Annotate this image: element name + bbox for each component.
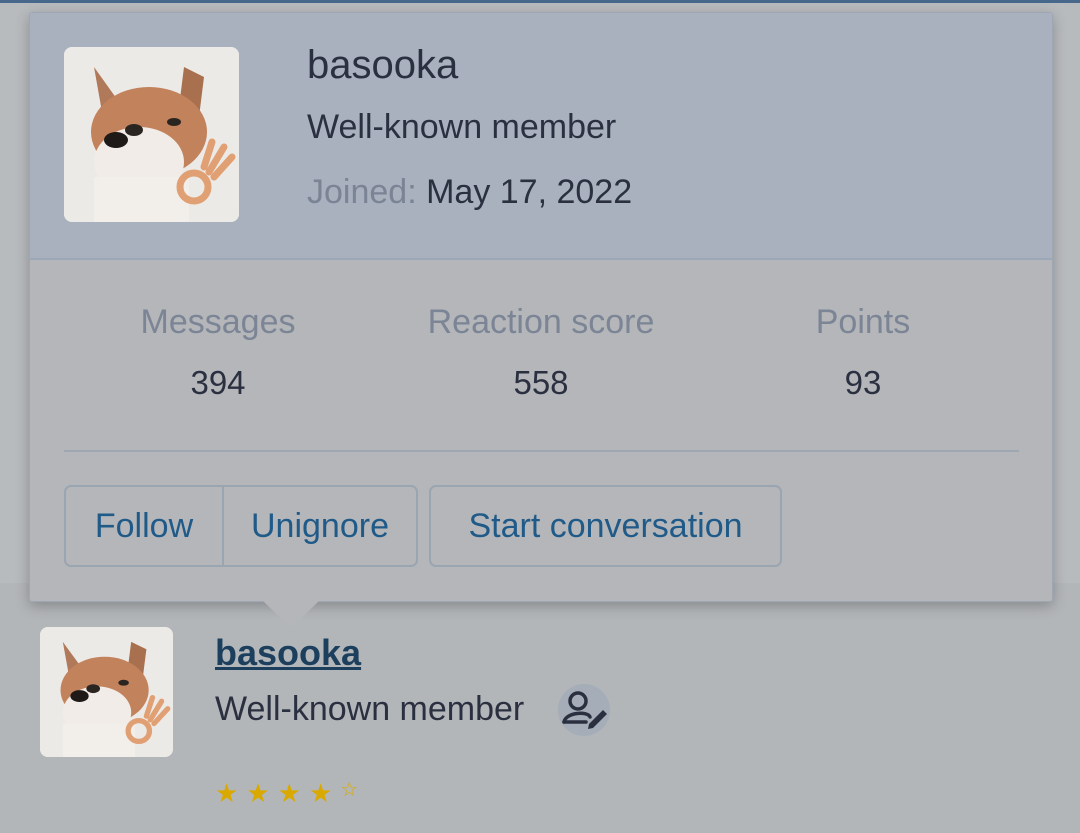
start-conversation-button[interactable]: Start conversation — [429, 485, 782, 567]
popup-user-title: Well-known member — [307, 108, 617, 146]
rating-stars: ★ ★ ★ ★ ☆ — [215, 780, 358, 806]
stat-points: Points 93 — [713, 303, 1013, 402]
star-icon: ★ — [308, 778, 333, 808]
author-username-link[interactable]: basooka — [215, 632, 361, 674]
joined-info: Joined: May 17, 2022 — [307, 173, 632, 212]
avatar[interactable] — [64, 47, 239, 222]
stat-value: 93 — [844, 364, 882, 401]
joined-date: May 17, 2022 — [426, 173, 633, 211]
stat-value: 558 — [513, 364, 569, 401]
shiba-dog-avatar-icon — [40, 627, 173, 757]
stat-label: Messages — [140, 303, 296, 341]
follow-ignore-button-group: Follow Unignore — [64, 485, 418, 567]
joined-label: Joined: — [307, 173, 417, 211]
half-star-icon: ☆ — [340, 779, 359, 801]
user-edit-icon-glyph — [562, 691, 607, 729]
author-avatar[interactable] — [40, 627, 173, 757]
popup-username: basooka — [307, 43, 459, 87]
star-icon: ★ — [246, 778, 270, 808]
stat-value: 394 — [190, 364, 246, 401]
divider — [64, 450, 1019, 452]
author-user-title: Well-known member — [215, 690, 525, 728]
user-edit-icon[interactable] — [558, 684, 610, 736]
member-card-header: basooka Well-known member Joined: May 17… — [30, 13, 1052, 260]
stat-messages: Messages 394 — [68, 303, 368, 402]
star-icon: ★ — [277, 778, 301, 808]
tooltip-arrow — [262, 600, 320, 628]
stat-reaction-score: Reaction score 558 — [391, 303, 691, 402]
stat-label: Points — [815, 303, 911, 341]
follow-button[interactable]: Follow — [66, 487, 224, 565]
star-icon: ★ — [215, 778, 239, 808]
stat-label: Reaction score — [427, 303, 655, 341]
member-tooltip-card: basooka Well-known member Joined: May 17… — [29, 12, 1053, 602]
shiba-dog-avatar-icon — [64, 47, 239, 222]
unignore-button[interactable]: Unignore — [224, 487, 416, 565]
